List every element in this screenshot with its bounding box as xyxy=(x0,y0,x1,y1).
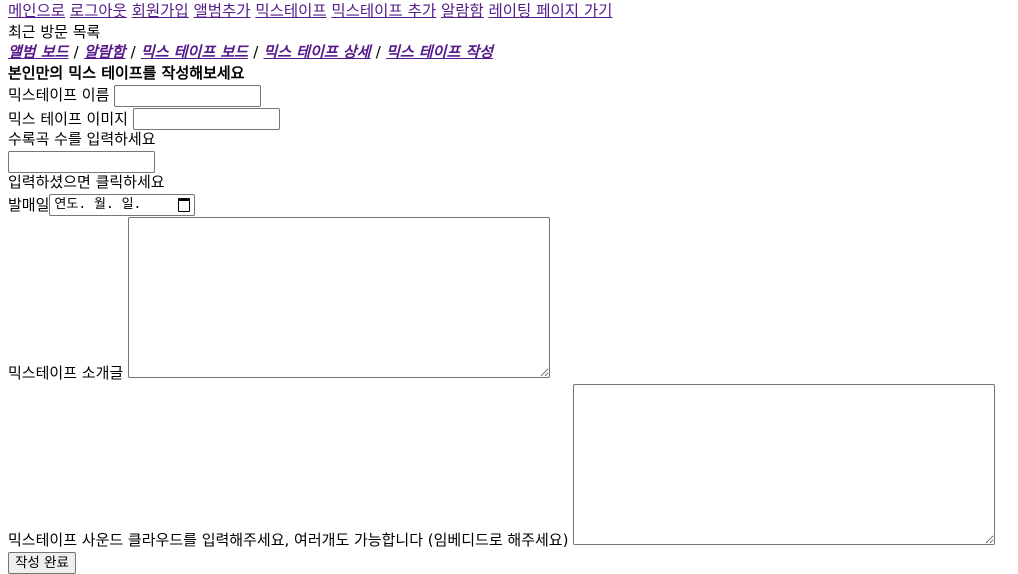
release-date-placeholder: 연도. 월. 일. xyxy=(54,197,142,212)
mixtape-form: 믹스테이프 이름 믹스 테이프 이미지 수록곡 수를 입력하세요 입력하셨으면 … xyxy=(8,84,1010,574)
release-date-input[interactable]: 연도. 월. 일. xyxy=(49,194,196,216)
recent-visits-title: 최근 방문 목록 xyxy=(8,22,101,41)
crumb-separator: / xyxy=(73,43,79,61)
form-heading: 본인만의 믹스 테이프를 작성해보세요 xyxy=(8,63,245,82)
submit-row: 작성 완료 xyxy=(8,550,1010,574)
recent-link-album-board[interactable]: 앨범 보드 xyxy=(8,43,68,61)
submit-button[interactable]: 작성 완료 xyxy=(8,552,76,574)
tracks-hint[interactable]: 입력하셨으면 클릭하세요 xyxy=(8,173,1010,193)
image-label: 믹스 테이프 이미지 xyxy=(8,109,128,128)
nav-link-add-album[interactable]: 앨범추가 xyxy=(193,2,250,20)
tracks-row xyxy=(8,151,1010,173)
release-date-label: 발매일 xyxy=(8,195,50,214)
recent-link-mixtape-write[interactable]: 믹스 테이프 작성 xyxy=(386,43,493,61)
nav-link-add-mixtape[interactable]: 믹스테이프 추가 xyxy=(331,2,436,20)
tracks-label: 수록곡 수를 입력하세요 xyxy=(8,130,156,148)
page: 메인으로 로그아웃 회원가입 앨범추가 믹스테이프 믹스테이프 추가 알람함 레… xyxy=(0,0,1018,574)
nav-link-rating-page[interactable]: 레이팅 페이지 가기 xyxy=(489,2,613,20)
mixtape-image-input[interactable] xyxy=(132,108,280,130)
release-row: 발매일 연도. 월. 일. xyxy=(8,194,1010,216)
recent-link-album-shelf[interactable]: 알람함 xyxy=(84,43,125,61)
nav-link-album-shelf[interactable]: 알람함 xyxy=(441,2,484,20)
nav-link-logout[interactable]: 로그아웃 xyxy=(70,2,127,20)
sound-row: 믹스테이프 사운드 클라우드를 입력해주세요, 여러개도 가능합니다 (임베디드… xyxy=(8,384,1010,550)
nav-link-main[interactable]: 메인으로 xyxy=(8,2,65,20)
recent-link-mixtape-board[interactable]: 믹스 테이프 보드 xyxy=(141,43,248,61)
sound-label: 믹스테이프 사운드 클라우드를 입력해주세요, 여러개도 가능합니다 (임베디드… xyxy=(8,531,569,549)
intro-label: 믹스테이프 소개글 xyxy=(8,364,124,382)
name-row: 믹스테이프 이름 xyxy=(8,84,1010,107)
crumb-separator: / xyxy=(253,43,259,61)
crumb-separator: / xyxy=(375,43,381,61)
intro-row: 믹스테이프 소개글 xyxy=(8,217,1010,383)
calendar-icon[interactable] xyxy=(178,198,191,212)
recent-link-mixtape-detail[interactable]: 믹스 테이프 상세 xyxy=(263,43,370,61)
nav-link-mixtape[interactable]: 믹스테이프 xyxy=(255,2,326,20)
recent-visits-list: 앨범 보드 / 알람함 / 믹스 테이프 보드 / 믹스 테이프 상세 / 믹스… xyxy=(8,43,1010,63)
mixtape-name-input[interactable] xyxy=(114,84,262,107)
image-row: 믹스 테이프 이미지 xyxy=(8,108,1010,130)
crumb-separator: / xyxy=(130,43,136,61)
top-nav: 메인으로 로그아웃 회원가입 앨범추가 믹스테이프 믹스테이프 추가 알람함 레… xyxy=(8,2,1010,22)
track-count-input[interactable] xyxy=(8,151,155,173)
nav-link-signup[interactable]: 회원가입 xyxy=(132,2,189,20)
name-label: 믹스테이프 이름 xyxy=(8,86,110,104)
soundcloud-textarea[interactable] xyxy=(573,384,996,545)
intro-textarea[interactable] xyxy=(127,217,550,378)
